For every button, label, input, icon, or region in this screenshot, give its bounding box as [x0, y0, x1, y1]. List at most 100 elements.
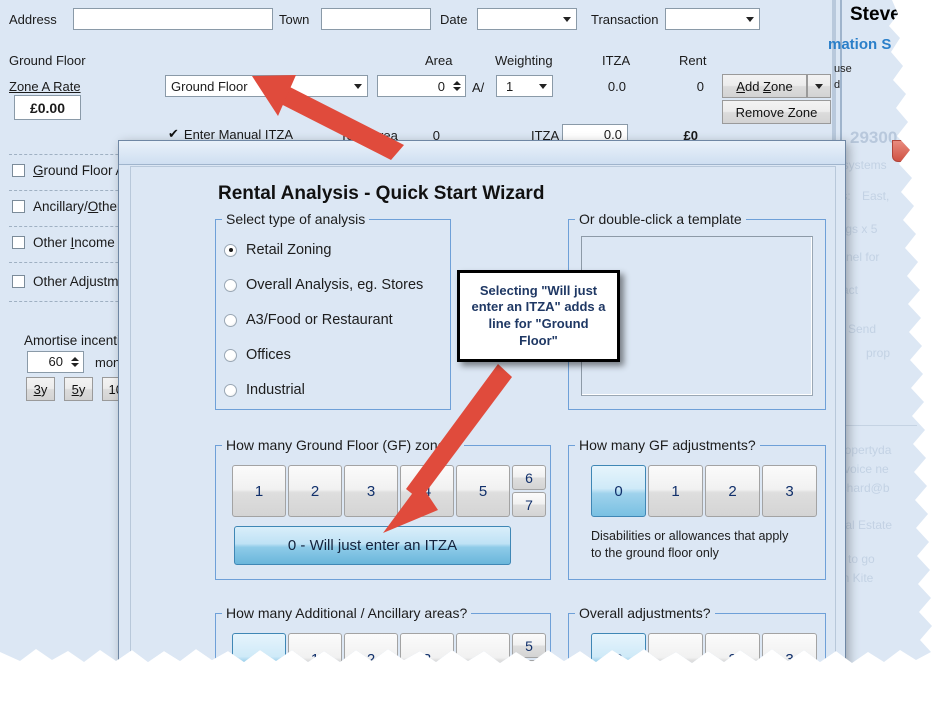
gf-zone-button-itza-only[interactable]: 0 - Will just enter an ITZA: [234, 526, 511, 565]
checkbox-icon: [12, 275, 25, 288]
gf-adjustment-button-3[interactable]: 3: [762, 465, 817, 517]
area-spinner[interactable]: 0: [377, 75, 466, 97]
ancillary-areas-groupbox: How many Additional / Ancillary areas? 0…: [215, 613, 551, 692]
radio-offices[interactable]: Offices: [224, 347, 291, 363]
weighting-combo[interactable]: 1: [496, 75, 553, 97]
ancillary-button-5-label: 5: [525, 637, 533, 654]
amortise-preset-3y[interactable]: 3y: [26, 377, 55, 401]
gf-zones-groupbox: How many Ground Floor (GF) zones? 1 2 3 …: [215, 445, 551, 580]
checkbox-other-income[interactable]: Other Income: [12, 235, 115, 250]
wizard-title: Rental Analysis - Quick Start Wizard: [218, 183, 545, 204]
panel-faded-text: East,: [862, 189, 890, 203]
wizard-titlebar[interactable]: [119, 141, 845, 165]
radio-industrial[interactable]: Industrial: [224, 382, 305, 398]
gf-zone-button-4[interactable]: 4: [400, 465, 454, 517]
radio-overall-analysis[interactable]: Overall Analysis, eg. Stores: [224, 277, 423, 293]
ancillary-button-0[interactable]: 0: [232, 633, 286, 685]
chevron-down-icon: [349, 76, 366, 96]
overall-adjustment-button-2-label: 2: [728, 650, 737, 668]
annotation-callout-text: Selecting "Will just enter an ITZA" adds…: [471, 282, 606, 348]
gf-zone-button-6[interactable]: 6: [512, 465, 546, 490]
gf-zone-button-2[interactable]: 2: [288, 465, 342, 517]
ancillary-button-4-label: 4: [478, 650, 488, 668]
panel-faded-text: prop: [866, 346, 891, 360]
gf-adjustment-button-0[interactable]: 0: [591, 465, 646, 517]
remove-zone-button[interactable]: Remove Zone: [722, 100, 831, 124]
radio-label: Industrial: [246, 382, 305, 398]
checkbox-icon: [12, 236, 25, 249]
panel-faded-text: Send: [848, 322, 877, 336]
date-label: Date: [440, 12, 468, 27]
gf-zone-button-1-label: 1: [254, 482, 264, 500]
add-zone-dropdown-button[interactable]: [807, 74, 831, 98]
ancillary-button-5[interactable]: 5: [512, 633, 546, 658]
town-input[interactable]: [321, 8, 431, 30]
overall-adjustment-button-0[interactable]: 0: [591, 633, 646, 685]
radio-retail-zoning[interactable]: Retail Zoning: [224, 242, 331, 258]
amortise-months-input[interactable]: 60: [27, 351, 84, 373]
gf-zone-button-1[interactable]: 1: [232, 465, 286, 517]
add-zone-label: Add Zone: [736, 78, 793, 94]
gf-adjustment-button-2-label: 2: [728, 482, 737, 500]
ancillary-button-6[interactable]: 6: [512, 660, 546, 685]
panel-line: use: [834, 63, 852, 75]
weighting-value: 1: [506, 79, 514, 94]
overall-adjustment-button-1[interactable]: 1: [648, 633, 703, 685]
spinner-arrows-icon[interactable]: [450, 77, 464, 95]
gf-zones-group-label: How many Ground Floor (GF) zones?: [222, 437, 464, 453]
radio-icon: [224, 279, 237, 292]
floor-type-value: Ground Floor: [171, 79, 248, 94]
checkbox-icon: [12, 200, 25, 213]
ancillary-button-0-label: 0: [254, 650, 264, 668]
ancillary-button-2-label: 2: [366, 650, 376, 668]
right-info-panel: Steve mation S use d 29300 e-systems ons…: [838, 0, 918, 690]
template-group-label: Or double-click a template: [575, 211, 746, 227]
gf-zone-button-6-label: 6: [525, 469, 533, 486]
add-zone-button[interactable]: Add Zone: [722, 74, 807, 98]
floor-type-combo[interactable]: Ground Floor: [165, 75, 368, 97]
ancillary-button-3-label: 3: [422, 650, 432, 668]
gf-zone-button-7[interactable]: 7: [512, 492, 546, 517]
top-form-strip: Address Town Date Transaction Ground Flo…: [0, 0, 880, 140]
ancillary-button-1-label: 1: [310, 650, 320, 668]
radio-a3-food-restaurant[interactable]: A3/Food or Restaurant: [224, 312, 393, 328]
panel-number: 29300: [850, 128, 898, 147]
ancillary-button-3[interactable]: 3: [400, 633, 454, 685]
overall-adjustment-button-3[interactable]: 3: [762, 633, 817, 685]
overall-adjustment-button-0-label: 0: [614, 650, 623, 668]
gf-zone-button-3[interactable]: 3: [344, 465, 398, 517]
amortise-preset-5y-label: 5y: [71, 381, 86, 397]
transaction-combo[interactable]: [665, 8, 760, 30]
gf-adjustment-button-1[interactable]: 1: [648, 465, 703, 517]
address-input[interactable]: [73, 8, 273, 30]
remove-zone-label: Remove Zone: [735, 104, 818, 120]
row-itza-value: 0.0: [607, 79, 626, 94]
panel-line: d: [834, 79, 841, 91]
annotation-callout: Selecting "Will just enter an ITZA" adds…: [457, 270, 620, 362]
zone-a-rate-amount: £0.00: [29, 99, 66, 116]
ancillary-button-2[interactable]: 2: [344, 633, 398, 685]
chevron-down-icon: [815, 84, 823, 89]
gf-zone-button-5-label: 5: [478, 482, 488, 500]
radio-label: Overall Analysis, eg. Stores: [246, 277, 424, 293]
panel-subtitle: mation S: [828, 36, 892, 53]
column-header-weighting: Weighting: [495, 53, 553, 68]
date-combo[interactable]: [477, 8, 577, 30]
column-header-area: Area: [425, 53, 453, 68]
gf-adjustments-groupbox: How many GF adjustments? 0 1 2 3 Disabil…: [568, 445, 826, 580]
amortise-preset-5y[interactable]: 5y: [64, 377, 93, 401]
ancillary-button-4[interactable]: 4: [456, 633, 510, 685]
gf-zone-button-4-label: 4: [422, 482, 432, 500]
gf-adjustments-group-label: How many GF adjustments?: [575, 437, 760, 453]
checkbox-label: Other Income: [33, 235, 115, 250]
radio-label: A3/Food or Restaurant: [246, 312, 393, 328]
spinner-arrows-icon[interactable]: [68, 353, 82, 371]
gf-adjustments-helper-text: Disabilities or allowances that apply to…: [591, 529, 789, 560]
zone-a-rate-value[interactable]: £0.00: [14, 95, 81, 120]
gf-adjustment-button-2[interactable]: 2: [705, 465, 760, 517]
town-label: Town: [279, 12, 310, 27]
ancillary-button-1[interactable]: 1: [288, 633, 342, 685]
gf-zone-button-5[interactable]: 5: [456, 465, 510, 517]
radio-icon: [224, 244, 237, 257]
overall-adjustment-button-2[interactable]: 2: [705, 633, 760, 685]
